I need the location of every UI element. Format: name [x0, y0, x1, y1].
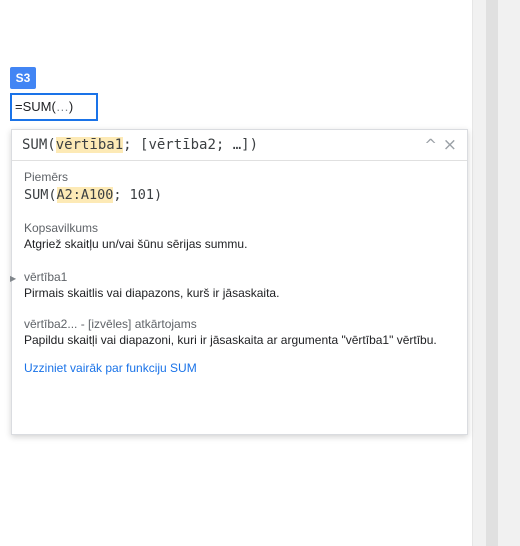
example-section: Piemērs SUM(A2:A100; 101): [24, 169, 457, 205]
signature-active-argument: vērtība1: [55, 137, 124, 153]
scrollbar-thumb[interactable]: [486, 0, 498, 546]
help-body: Piemērs SUM(A2:A100; 101) Kopsavilkums A…: [10, 161, 467, 376]
argument-1-section: ▶ vērtība1 Pirmais skaitlis vai diapazon…: [10, 269, 457, 301]
summary-title: Kopsavilkums: [24, 221, 99, 235]
argument-2-section: vērtība2... - [izvēles] atkārtojams Papi…: [24, 316, 457, 348]
signature-rest: ; [vērtība2; …]): [123, 137, 259, 153]
formula-help-popup: SUM(vērtība1; [vērtība2; …]) ^ × Piemērs…: [10, 129, 468, 435]
cell-reference-badge: S3: [10, 67, 36, 89]
example-range: A2:A100: [56, 187, 114, 203]
argument-1-name: vērtība1: [24, 270, 68, 284]
close-icon[interactable]: ×: [443, 130, 457, 161]
function-signature: SUM(vērtība1; [vērtība2; …]) ^ ×: [12, 130, 467, 161]
example-title: Piemērs: [24, 170, 69, 184]
formula-text: =SUM(: [15, 99, 56, 114]
example-function: SUM(: [24, 187, 57, 203]
example-rest: ; 101): [113, 187, 163, 203]
cell-formula-editor[interactable]: =SUM(…): [10, 93, 98, 121]
formula-close-paren: ): [68, 99, 74, 114]
summary-text: Atgriež skaitļu un/vai šūnu sērijas summ…: [24, 237, 248, 251]
argument-1-desc: Pirmais skaitlis vai diapazons, kurš ir …: [24, 286, 280, 300]
expand-arrow-icon: ▶: [10, 274, 17, 283]
signature-function: SUM(: [22, 137, 56, 153]
summary-section: Kopsavilkums Atgriež skaitļu un/vai šūnu…: [24, 220, 457, 252]
formula-ellipsis: …: [55, 99, 69, 114]
collapse-icon[interactable]: ^: [424, 130, 437, 161]
argument-2-name: vērtība2... - [izvēles] atkārtojams: [24, 317, 197, 331]
example-formula: SUM(A2:A100; 101): [24, 185, 457, 205]
argument-2-desc: Papildu skaitļi vai diapazoni, kuri ir j…: [24, 333, 437, 347]
learn-more-link[interactable]: Uzziniet vairāk par funkciju SUM: [24, 360, 457, 376]
